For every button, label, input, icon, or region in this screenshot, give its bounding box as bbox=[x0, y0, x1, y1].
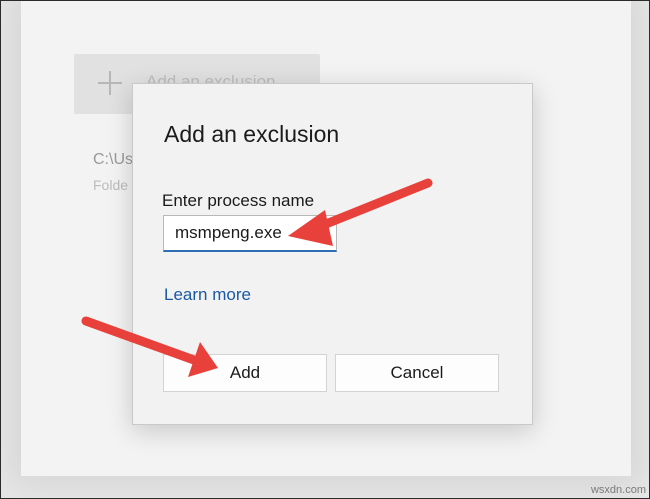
watermark: wsxdn.com bbox=[590, 484, 646, 496]
background-exclusion-path: C:\Us bbox=[93, 151, 133, 168]
cancel-button[interactable]: Cancel bbox=[335, 354, 499, 392]
screenshot-frame: Add an exclusion C:\Us Folde Add an excl… bbox=[0, 0, 650, 499]
add-button[interactable]: Add bbox=[163, 354, 327, 392]
dialog-title: Add an exclusion bbox=[164, 121, 340, 147]
plus-icon bbox=[98, 71, 122, 95]
background-exclusion-type: Folde bbox=[93, 177, 129, 193]
process-name-label: Enter process name bbox=[162, 191, 315, 210]
add-exclusion-dialog: Add an exclusion Enter process name Lear… bbox=[132, 83, 533, 425]
learn-more-link[interactable]: Learn more bbox=[164, 285, 251, 305]
process-name-input[interactable] bbox=[163, 215, 337, 252]
